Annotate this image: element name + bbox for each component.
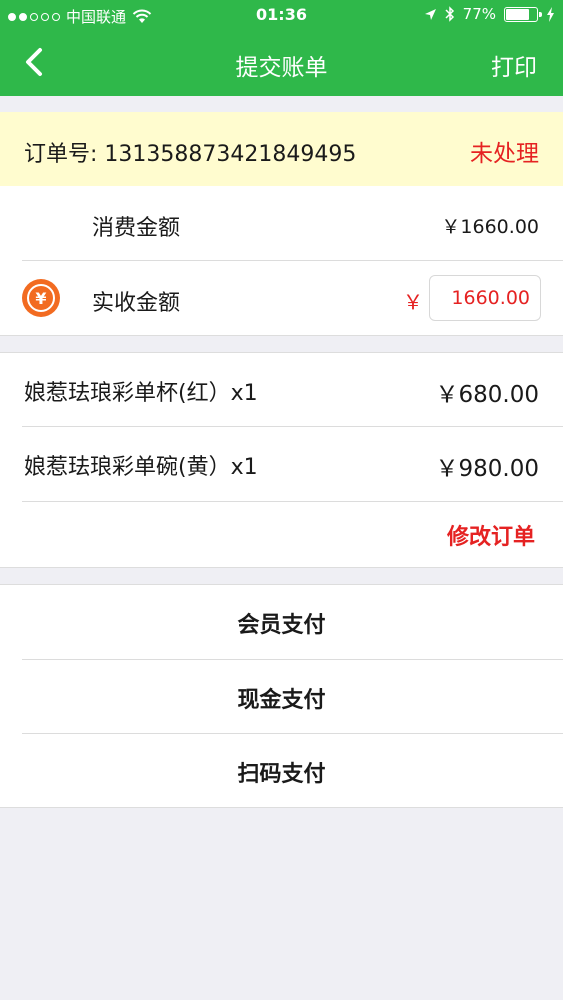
received-amount-label: 实收金额: [92, 291, 181, 316]
charging-bolt-icon: [547, 6, 554, 22]
page-title: 提交账单: [235, 55, 328, 81]
order-info-bar: 订单号: 131358873421849495 未处理: [0, 112, 563, 186]
item-name: 娘惹珐琅彩单碗(黄）x1: [24, 455, 258, 480]
received-amount-input[interactable]: 1660.00: [429, 275, 541, 321]
item-price: ￥680.00: [435, 382, 539, 408]
scan-pay-button[interactable]: 扫码支付: [0, 734, 563, 808]
received-amount-row: ¥ 实收金额 ￥ 1660.00: [0, 261, 563, 336]
status-bar: 中国联通 01:36 77%: [0, 0, 563, 32]
payment-options-card: 会员支付 现金支付 扫码支付: [0, 584, 563, 808]
item-name: 娘惹珐琅彩单杯(红）x1: [24, 381, 258, 406]
bluetooth-icon: [445, 6, 454, 22]
divider: [22, 501, 563, 502]
list-item: 娘惹珐琅彩单杯(红）x1 ￥680.00: [0, 353, 563, 428]
item-price: ￥980.00: [435, 456, 539, 482]
received-currency-symbol: ￥: [403, 290, 423, 314]
battery-icon: [504, 6, 542, 22]
order-items-card: 娘惹珐琅彩单杯(红）x1 ￥680.00 娘惹珐琅彩单碗(黄）x1 ￥980.0…: [0, 352, 563, 568]
yen-coin-icon: ¥: [22, 279, 60, 317]
location-arrow-icon: [424, 8, 436, 20]
top-bar: 中国联通 01:36 77% 提交账单 打印: [0, 0, 563, 96]
order-number: 订单号: 131358873421849495: [24, 142, 357, 167]
amount-card: 消费金额 ￥1660.00 ¥ 实收金额 ￥ 1660.00: [0, 186, 563, 336]
member-pay-button[interactable]: 会员支付: [0, 585, 563, 659]
order-status-badge: 未处理: [470, 141, 539, 167]
cash-pay-button[interactable]: 现金支付: [0, 660, 563, 734]
nav-bar: 提交账单 打印: [0, 32, 563, 96]
print-button[interactable]: 打印: [491, 48, 537, 82]
modify-order-button[interactable]: 修改订单: [447, 519, 535, 551]
battery-percent: 77%: [462, 5, 496, 23]
consume-amount-value: ￥1660.00: [441, 216, 539, 238]
consume-amount-label: 消费金额: [92, 216, 181, 241]
list-item: 娘惹珐琅彩单碗(黄）x1 ￥980.00: [0, 427, 563, 502]
consume-amount-row: 消费金额 ￥1660.00: [0, 186, 563, 261]
battery-fill: [506, 8, 530, 20]
